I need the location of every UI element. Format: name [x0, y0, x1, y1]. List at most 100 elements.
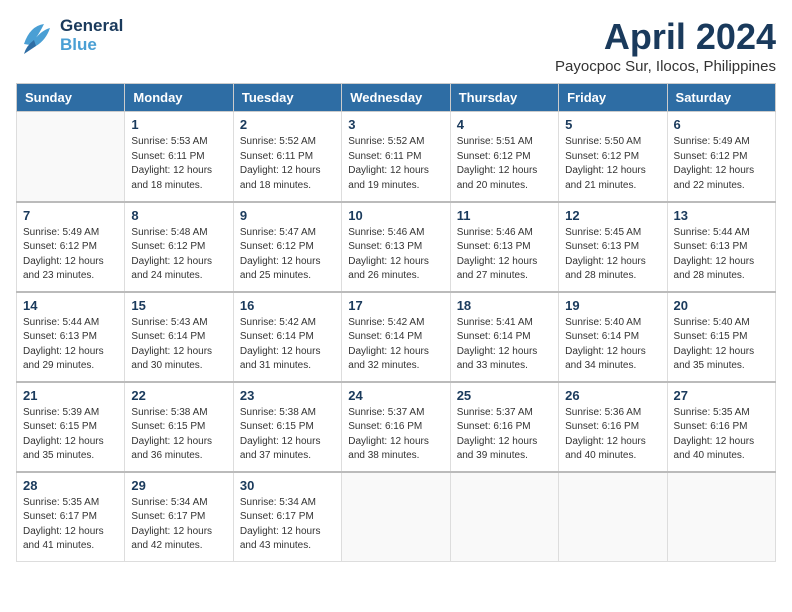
calendar-day-cell: 14 Sunrise: 5:44 AMSunset: 6:13 PMDayligh… [17, 292, 125, 382]
day-info: Sunrise: 5:42 AMSunset: 6:14 PMDaylight:… [240, 316, 335, 374]
calendar-day-cell: 2Sunrise: 5:52 AMSunset: 6:11 PMDaylight… [233, 112, 341, 202]
calendar-day-cell: 4 Sunrise: 5:51 AMSunset: 6:12 PMDaylight… [450, 112, 558, 202]
header: General Blue April 2024 Payocpoc Sur, Il… [16, 16, 776, 75]
day-number: 20 [674, 298, 769, 313]
title-area: April 2024 Payocpoc Sur, Ilocos, Philipp… [555, 16, 776, 75]
calendar-day-cell [667, 472, 775, 562]
day-info: Sunrise: 5:40 AMSunset: 6:15 PMDaylight:… [674, 316, 769, 374]
calendar-day-cell [450, 472, 558, 562]
calendar-day-cell: 15 Sunrise: 5:43 AMSunset: 6:14 PMDayligh… [125, 292, 233, 382]
day-number: 29 [131, 478, 226, 493]
day-info: Sunrise: 5:48 AMSunset: 6:12 PMDaylight:… [131, 226, 226, 284]
day-number: 21 [23, 388, 118, 403]
weekday-header-row: Sunday Monday Tuesday Wednesday Thursday… [17, 84, 776, 112]
calendar-day-cell: 22Sunrise: 5:38 AMSunset: 6:15 PMDayligh… [125, 382, 233, 472]
day-number: 18 [457, 298, 552, 313]
header-sunday: Sunday [17, 84, 125, 112]
day-number: 12 [565, 208, 660, 223]
calendar-week-row: 28 Sunrise: 5:35 AMSunset: 6:17 PMDayligh… [17, 472, 776, 562]
logo: General Blue [16, 16, 123, 56]
day-number: 23 [240, 388, 335, 403]
day-number: 3 [348, 117, 443, 132]
calendar-day-cell: 28 Sunrise: 5:35 AMSunset: 6:17 PMDayligh… [17, 472, 125, 562]
calendar-day-cell: 21 Sunrise: 5:39 AMSunset: 6:15 PMDayligh… [17, 382, 125, 472]
day-number: 27 [674, 388, 769, 403]
day-info: Sunrise: 5:44 AMSunset: 6:13 PMDaylight:… [674, 226, 769, 284]
day-number: 1 [131, 117, 226, 132]
page-container: General Blue April 2024 Payocpoc Sur, Il… [16, 16, 776, 562]
day-info: Sunrise: 5:47 AMSunset: 6:12 PMDaylight:… [240, 226, 335, 284]
calendar-day-cell: 5 Sunrise: 5:50 AMSunset: 6:12 PMDaylight… [559, 112, 667, 202]
day-number: 16 [240, 298, 335, 313]
day-info: Sunrise: 5:38 AMSunset: 6:15 PMDaylight:… [131, 406, 226, 464]
day-info: Sunrise: 5:37 AMSunset: 6:16 PMDaylight:… [457, 406, 552, 464]
day-number: 30 [240, 478, 335, 493]
day-number: 6 [674, 117, 769, 132]
day-info: Sunrise: 5:50 AMSunset: 6:12 PMDaylight:… [565, 135, 660, 193]
calendar-day-cell: 30 Sunrise: 5:34 AMSunset: 6:17 PMDayligh… [233, 472, 341, 562]
header-friday: Friday [559, 84, 667, 112]
day-number: 13 [674, 208, 769, 223]
day-info: Sunrise: 5:36 AMSunset: 6:16 PMDaylight:… [565, 406, 660, 464]
calendar-day-cell: 25Sunrise: 5:37 AMSunset: 6:16 PMDayligh… [450, 382, 558, 472]
day-number: 26 [565, 388, 660, 403]
calendar-day-cell: 13 Sunrise: 5:44 AMSunset: 6:13 PMDayligh… [667, 202, 775, 292]
day-info: Sunrise: 5:41 AMSunset: 6:14 PMDaylight:… [457, 316, 552, 374]
calendar-day-cell: 17 Sunrise: 5:42 AMSunset: 6:14 PMDayligh… [342, 292, 450, 382]
calendar: Sunday Monday Tuesday Wednesday Thursday… [16, 83, 776, 562]
calendar-day-cell: 16 Sunrise: 5:42 AMSunset: 6:14 PMDayligh… [233, 292, 341, 382]
day-info: Sunrise: 5:49 AMSunset: 6:12 PMDaylight:… [23, 226, 118, 284]
calendar-week-row: 7 Sunrise: 5:49 AMSunset: 6:12 PMDaylight… [17, 202, 776, 292]
day-number: 9 [240, 208, 335, 223]
calendar-day-cell: 18 Sunrise: 5:41 AMSunset: 6:14 PMDayligh… [450, 292, 558, 382]
day-info: Sunrise: 5:38 AMSunset: 6:15 PMDaylight:… [240, 406, 335, 464]
day-number: 28 [23, 478, 118, 493]
logo-blue: Blue [60, 36, 123, 55]
logo-text: General Blue [60, 17, 123, 54]
day-number: 11 [457, 208, 552, 223]
day-number: 10 [348, 208, 443, 223]
calendar-day-cell [342, 472, 450, 562]
day-info: Sunrise: 5:46 AMSunset: 6:13 PMDaylight:… [348, 226, 443, 284]
calendar-day-cell: 20 Sunrise: 5:40 AMSunset: 6:15 PMDayligh… [667, 292, 775, 382]
calendar-day-cell [559, 472, 667, 562]
day-info: Sunrise: 5:35 AMSunset: 6:17 PMDaylight:… [23, 496, 118, 554]
day-info: Sunrise: 5:34 AMSunset: 6:17 PMDaylight:… [240, 496, 335, 554]
calendar-week-row: 21 Sunrise: 5:39 AMSunset: 6:15 PMDayligh… [17, 382, 776, 472]
day-number: 15 [131, 298, 226, 313]
day-number: 19 [565, 298, 660, 313]
day-number: 7 [23, 208, 118, 223]
day-number: 14 [23, 298, 118, 313]
day-info: Sunrise: 5:46 AMSunset: 6:13 PMDaylight:… [457, 226, 552, 284]
day-number: 8 [131, 208, 226, 223]
day-info: Sunrise: 5:51 AMSunset: 6:12 PMDaylight:… [457, 135, 552, 193]
logo-icon [16, 16, 56, 56]
calendar-day-cell: 9 Sunrise: 5:47 AMSunset: 6:12 PMDaylight… [233, 202, 341, 292]
calendar-day-cell: 6 Sunrise: 5:49 AMSunset: 6:12 PMDaylight… [667, 112, 775, 202]
day-info: Sunrise: 5:39 AMSunset: 6:15 PMDaylight:… [23, 406, 118, 464]
calendar-day-cell [17, 112, 125, 202]
day-info: Sunrise: 5:49 AMSunset: 6:12 PMDaylight:… [674, 135, 769, 193]
header-tuesday: Tuesday [233, 84, 341, 112]
calendar-week-row: 1 Sunrise: 5:53 AMSunset: 6:11 PMDaylight… [17, 112, 776, 202]
day-info: Sunrise: 5:37 AMSunset: 6:16 PMDaylight:… [348, 406, 443, 464]
header-wednesday: Wednesday [342, 84, 450, 112]
day-number: 2 [240, 117, 335, 132]
day-number: 4 [457, 117, 552, 132]
day-info: Sunrise: 5:42 AMSunset: 6:14 PMDaylight:… [348, 316, 443, 374]
day-info: Sunrise: 5:44 AMSunset: 6:13 PMDaylight:… [23, 316, 118, 374]
location-title: Payocpoc Sur, Ilocos, Philippines [555, 58, 776, 75]
day-info: Sunrise: 5:53 AMSunset: 6:11 PMDaylight:… [131, 135, 226, 193]
header-thursday: Thursday [450, 84, 558, 112]
calendar-day-cell: 11 Sunrise: 5:46 AMSunset: 6:13 PMDayligh… [450, 202, 558, 292]
day-info: Sunrise: 5:45 AMSunset: 6:13 PMDaylight:… [565, 226, 660, 284]
day-number: 17 [348, 298, 443, 313]
calendar-day-cell: 10 Sunrise: 5:46 AMSunset: 6:13 PMDayligh… [342, 202, 450, 292]
logo-general: General [60, 17, 123, 36]
day-info: Sunrise: 5:43 AMSunset: 6:14 PMDaylight:… [131, 316, 226, 374]
calendar-day-cell: 19Sunrise: 5:40 AMSunset: 6:14 PMDayligh… [559, 292, 667, 382]
day-number: 5 [565, 117, 660, 132]
calendar-day-cell: 7 Sunrise: 5:49 AMSunset: 6:12 PMDaylight… [17, 202, 125, 292]
calendar-day-cell: 23 Sunrise: 5:38 AMSunset: 6:15 PMDayligh… [233, 382, 341, 472]
calendar-day-cell: 26 Sunrise: 5:36 AMSunset: 6:16 PMDayligh… [559, 382, 667, 472]
